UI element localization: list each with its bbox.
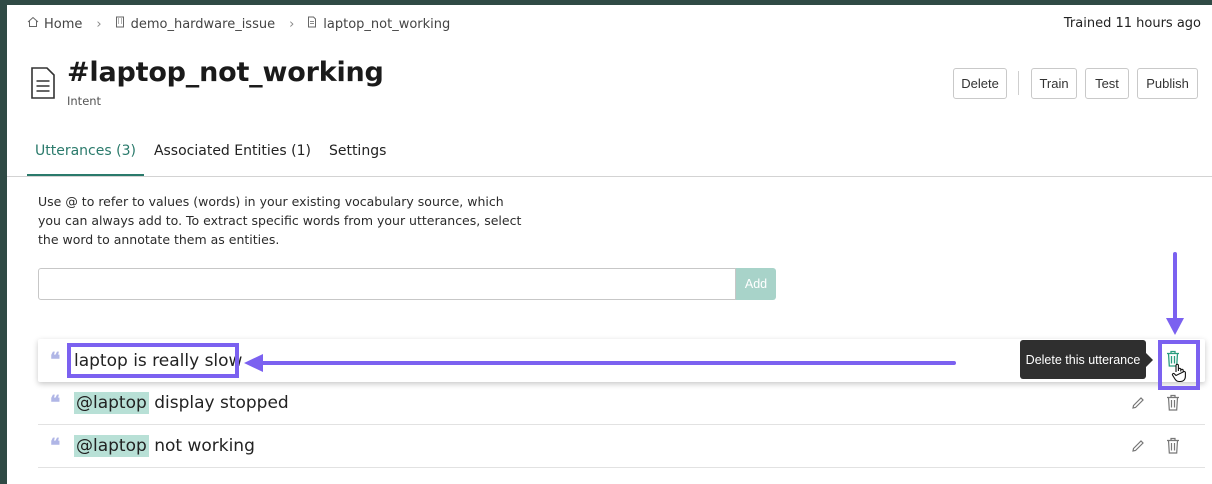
tab-divider (7, 176, 1212, 177)
delete-utterance-tooltip: Delete this utterance (1020, 340, 1153, 379)
utterance-remaining-text: display stopped (148, 393, 289, 413)
home-icon (27, 16, 39, 32)
entity-tag[interactable]: @laptop (74, 435, 149, 457)
test-button[interactable]: Test (1085, 68, 1129, 99)
tab-associated-entities[interactable]: Associated Entities (1) (146, 140, 319, 177)
trained-status: Trained 11 hours ago (1063, 16, 1201, 31)
trash-icon[interactable] (1166, 394, 1180, 411)
utterance-input-group: Add (38, 268, 776, 300)
pencil-icon[interactable] (1130, 438, 1146, 454)
action-group-train: Train Test Publish (1031, 68, 1198, 99)
breadcrumb-project-label: demo_hardware_issue (130, 16, 276, 32)
tab-bar: Utterances (3) Associated Entities (1) S… (27, 140, 396, 177)
tab-settings[interactable]: Settings (321, 140, 394, 177)
building-icon (114, 16, 126, 32)
arrow-down-icon (1166, 252, 1184, 335)
page-title: #laptop_not_working (67, 57, 384, 88)
publish-button[interactable]: Publish (1137, 68, 1198, 99)
annotation-highlight-utterance (67, 343, 239, 378)
action-group-delete: Delete (953, 68, 1007, 99)
breadcrumb-current-label: laptop_not_working (323, 16, 451, 32)
page-subtitle: Intent (67, 94, 102, 108)
pencil-icon[interactable] (1130, 395, 1146, 411)
utterance-remaining-text: not working (148, 436, 255, 456)
utterance-text[interactable]: @laptop display stopped (74, 392, 289, 414)
train-button[interactable]: Train (1031, 68, 1077, 99)
toolbar-divider (1018, 71, 1019, 95)
utterance-row[interactable]: ❝ @laptop display stopped (38, 382, 1205, 425)
utterance-text[interactable]: @laptop not working (74, 435, 255, 457)
annotation-highlight-trash (1158, 340, 1200, 390)
utterance-input[interactable] (38, 268, 736, 300)
utterance-row[interactable]: ❝ @laptop not working (38, 425, 1205, 468)
breadcrumb: Home › demo_hardware_issue › laptop_not_… (27, 16, 450, 32)
delete-button[interactable]: Delete (953, 68, 1007, 99)
quote-icon: ❝ (50, 434, 61, 457)
breadcrumb-home-label: Home (44, 16, 83, 32)
add-utterance-button[interactable]: Add (736, 268, 776, 300)
window-left-strip (0, 0, 7, 484)
chevron-right-icon: › (96, 16, 102, 32)
chevron-right-icon: › (289, 16, 295, 32)
entity-tag[interactable]: @laptop (74, 392, 149, 414)
trash-icon[interactable] (1166, 437, 1180, 454)
document-icon (306, 16, 318, 32)
quote-icon: ❝ (50, 349, 61, 371)
tab-utterances[interactable]: Utterances (3) (27, 140, 144, 177)
help-text: Use @ to refer to values (words) in your… (38, 194, 522, 247)
intent-document-icon (30, 67, 56, 99)
breadcrumb-home[interactable]: Home (27, 16, 82, 32)
intent-page: Home › demo_hardware_issue › laptop_not_… (7, 5, 1212, 484)
breadcrumb-current: laptop_not_working (306, 16, 450, 32)
breadcrumb-project[interactable]: demo_hardware_issue (114, 16, 276, 32)
quote-icon: ❝ (50, 391, 61, 414)
